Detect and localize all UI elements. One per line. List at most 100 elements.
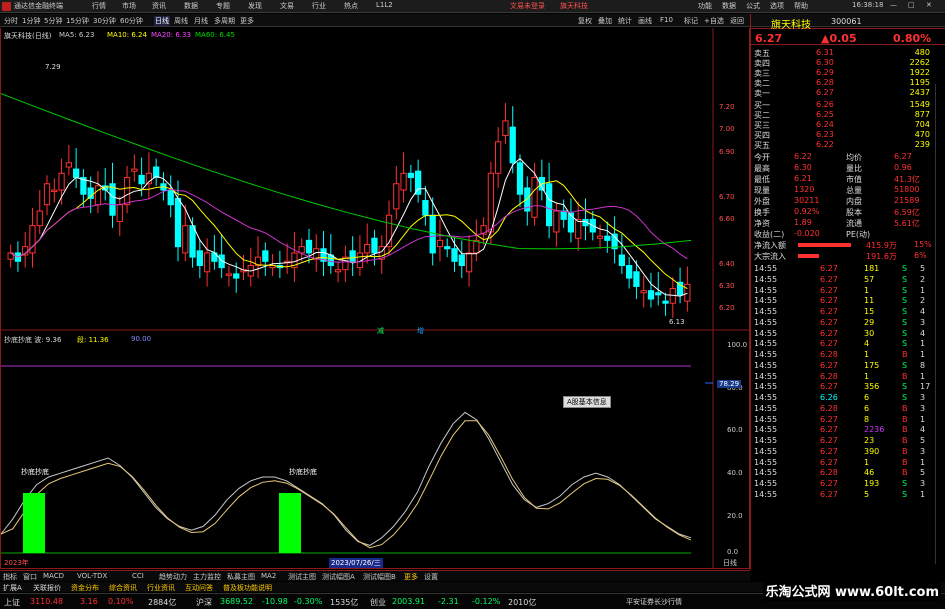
indicator-tab[interactable]: 设置 (424, 572, 438, 582)
tick-direction: B (902, 350, 908, 359)
menu-item-l1l2[interactable]: L1L2 (376, 1, 393, 9)
level-volume: 1195 (909, 78, 930, 87)
flow-label: 大宗流入 (754, 252, 786, 261)
menu-item-quotes[interactable]: 行情 (92, 1, 106, 11)
menu-item-options[interactable]: 选项 (770, 1, 784, 11)
indicator-tab[interactable]: 私募主图 (227, 572, 255, 582)
indicator-tab[interactable]: 更多 (404, 572, 418, 582)
status-tab[interactable]: 扩展A (3, 583, 22, 593)
menu-item-industry[interactable]: 行业 (312, 1, 326, 11)
period-week[interactable]: 周线 (174, 16, 188, 26)
index-amount: 2884亿 (148, 598, 177, 607)
candle-body (502, 120, 509, 137)
candle-body (647, 290, 655, 300)
tick-direction: B (902, 468, 908, 478)
stock-code: 300061 (831, 17, 862, 26)
period-month[interactable]: 月线 (194, 16, 208, 26)
period-30min[interactable]: 30分钟 (93, 16, 116, 26)
status-tab[interactable]: 普及板功能说明 (223, 583, 272, 593)
tick-time: 14:55 (754, 317, 778, 327)
tick-time: 14:55 (754, 457, 778, 467)
indicator-tab[interactable]: MA2 (261, 572, 276, 580)
indicator-tab[interactable]: CCI (132, 572, 144, 580)
indicator-tab[interactable]: 窗口 (23, 572, 37, 582)
info-tooltip[interactable]: A股基本信息 (563, 396, 611, 408)
indicator-tab[interactable]: VOL-TDX (77, 572, 107, 580)
indicator-tab[interactable]: 测试幅图A (322, 572, 355, 582)
menu-item-data2[interactable]: 数据 (722, 1, 736, 11)
menu-item-function[interactable]: 功能 (698, 1, 712, 11)
tool-overlay[interactable]: 叠加 (598, 16, 612, 26)
login-status[interactable]: 文易未登录 (510, 1, 545, 11)
menu-item-data[interactable]: 数据 (184, 1, 198, 11)
menu-item-discover[interactable]: 发现 (248, 1, 262, 11)
tick-time: 14:55 (754, 446, 778, 456)
tick-count: 4 (920, 328, 926, 338)
indicator-line-slow (1, 420, 692, 549)
tick-price: 6.27 (820, 296, 838, 306)
indicator-tab[interactable]: 趋势动力 (159, 572, 187, 582)
candle-body (465, 252, 473, 273)
indicator-tab[interactable]: MACD (43, 572, 64, 580)
chart-canvas[interactable] (1, 28, 749, 568)
tool-mark[interactable]: 标记 (684, 16, 698, 26)
indicator-tab[interactable]: 测试幅图B (363, 572, 396, 582)
tick-direction: B (902, 446, 908, 456)
status-tab[interactable]: 资金分布 (71, 583, 99, 593)
candle-body (116, 204, 123, 222)
tick-direction: S (902, 360, 908, 370)
tick-time: 14:55 (754, 436, 778, 445)
candle-body (596, 235, 604, 239)
menu-item-wenyi[interactable]: 文易 (280, 1, 294, 11)
menu-item-help[interactable]: 帮助 (794, 1, 808, 11)
level-volume: 2262 (909, 58, 930, 67)
period-1min[interactable]: 1分钟 (22, 16, 40, 26)
tool-back[interactable]: 返回 (730, 16, 744, 26)
status-tab[interactable]: 互动问答 (185, 583, 213, 593)
candle-body (400, 172, 407, 191)
tool-add-watchlist[interactable]: +自选 (704, 16, 724, 26)
tool-stats[interactable]: 统计 (618, 16, 632, 26)
period-more[interactable]: 更多 (240, 16, 254, 26)
tool-f10[interactable]: F10 (660, 16, 673, 24)
menu-item-market[interactable]: 市场 (122, 1, 136, 11)
minimize-icon[interactable]: — (890, 1, 897, 9)
ma60-legend: MA60: 6.45 (195, 31, 235, 39)
tick-count: 2 (920, 296, 926, 306)
indicator-tab[interactable]: 主力监控 (193, 572, 221, 582)
indicator-tick: 60.0 (727, 426, 743, 434)
period-5min[interactable]: 5分钟 (44, 16, 62, 26)
maximize-icon[interactable]: □ (908, 1, 915, 9)
low-price-label: 6.13 (669, 318, 685, 326)
menu-item-formula[interactable]: 公式 (746, 1, 760, 11)
period-15min[interactable]: 15分钟 (66, 16, 89, 26)
menu-item-topic[interactable]: 专题 (216, 1, 230, 11)
indicator-tab[interactable]: 指标 (3, 572, 17, 582)
stat-cell: 内盘 (846, 197, 862, 206)
menu-item-hot[interactable]: 热点 (344, 1, 358, 11)
side-scrollbar[interactable] (935, 84, 945, 564)
kline-chart-area[interactable]: 旗天科技(日线) MA5: 6.23 MA10: 6.24 MA20: 6.33… (0, 28, 750, 569)
tick-price: 6.27 (820, 317, 838, 327)
close-icon[interactable]: ✕ (926, 1, 932, 9)
indicator-tab[interactable]: 测试主图 (288, 572, 316, 582)
status-tab[interactable]: 行业资讯 (147, 583, 175, 593)
status-tab[interactable]: 关联报价 (33, 583, 61, 593)
stat-cell: -0.020 (794, 229, 820, 238)
tick-time: 14:55 (754, 307, 778, 316)
axis-unit-label: 日线 (723, 559, 737, 567)
tick-count: 3 (920, 317, 926, 327)
period-multi[interactable]: 多周期 (214, 16, 235, 26)
tool-restore-rights[interactable]: 复权 (578, 16, 592, 26)
tick-volume: 46 (864, 468, 875, 478)
stat-cell: 0.92% (794, 207, 820, 216)
tick-price: 6.27 (820, 360, 838, 370)
period-intraday[interactable]: 分时 (4, 16, 18, 26)
status-tab[interactable]: 综合资讯 (109, 583, 137, 593)
candle-body (72, 168, 80, 178)
ma10-legend: MA10: 6.24 (107, 31, 147, 39)
tool-draw[interactable]: 画线 (638, 16, 652, 26)
period-60min[interactable]: 60分钟 (120, 16, 143, 26)
period-day[interactable]: 日线 (154, 16, 170, 26)
menu-item-news[interactable]: 资讯 (152, 1, 166, 11)
